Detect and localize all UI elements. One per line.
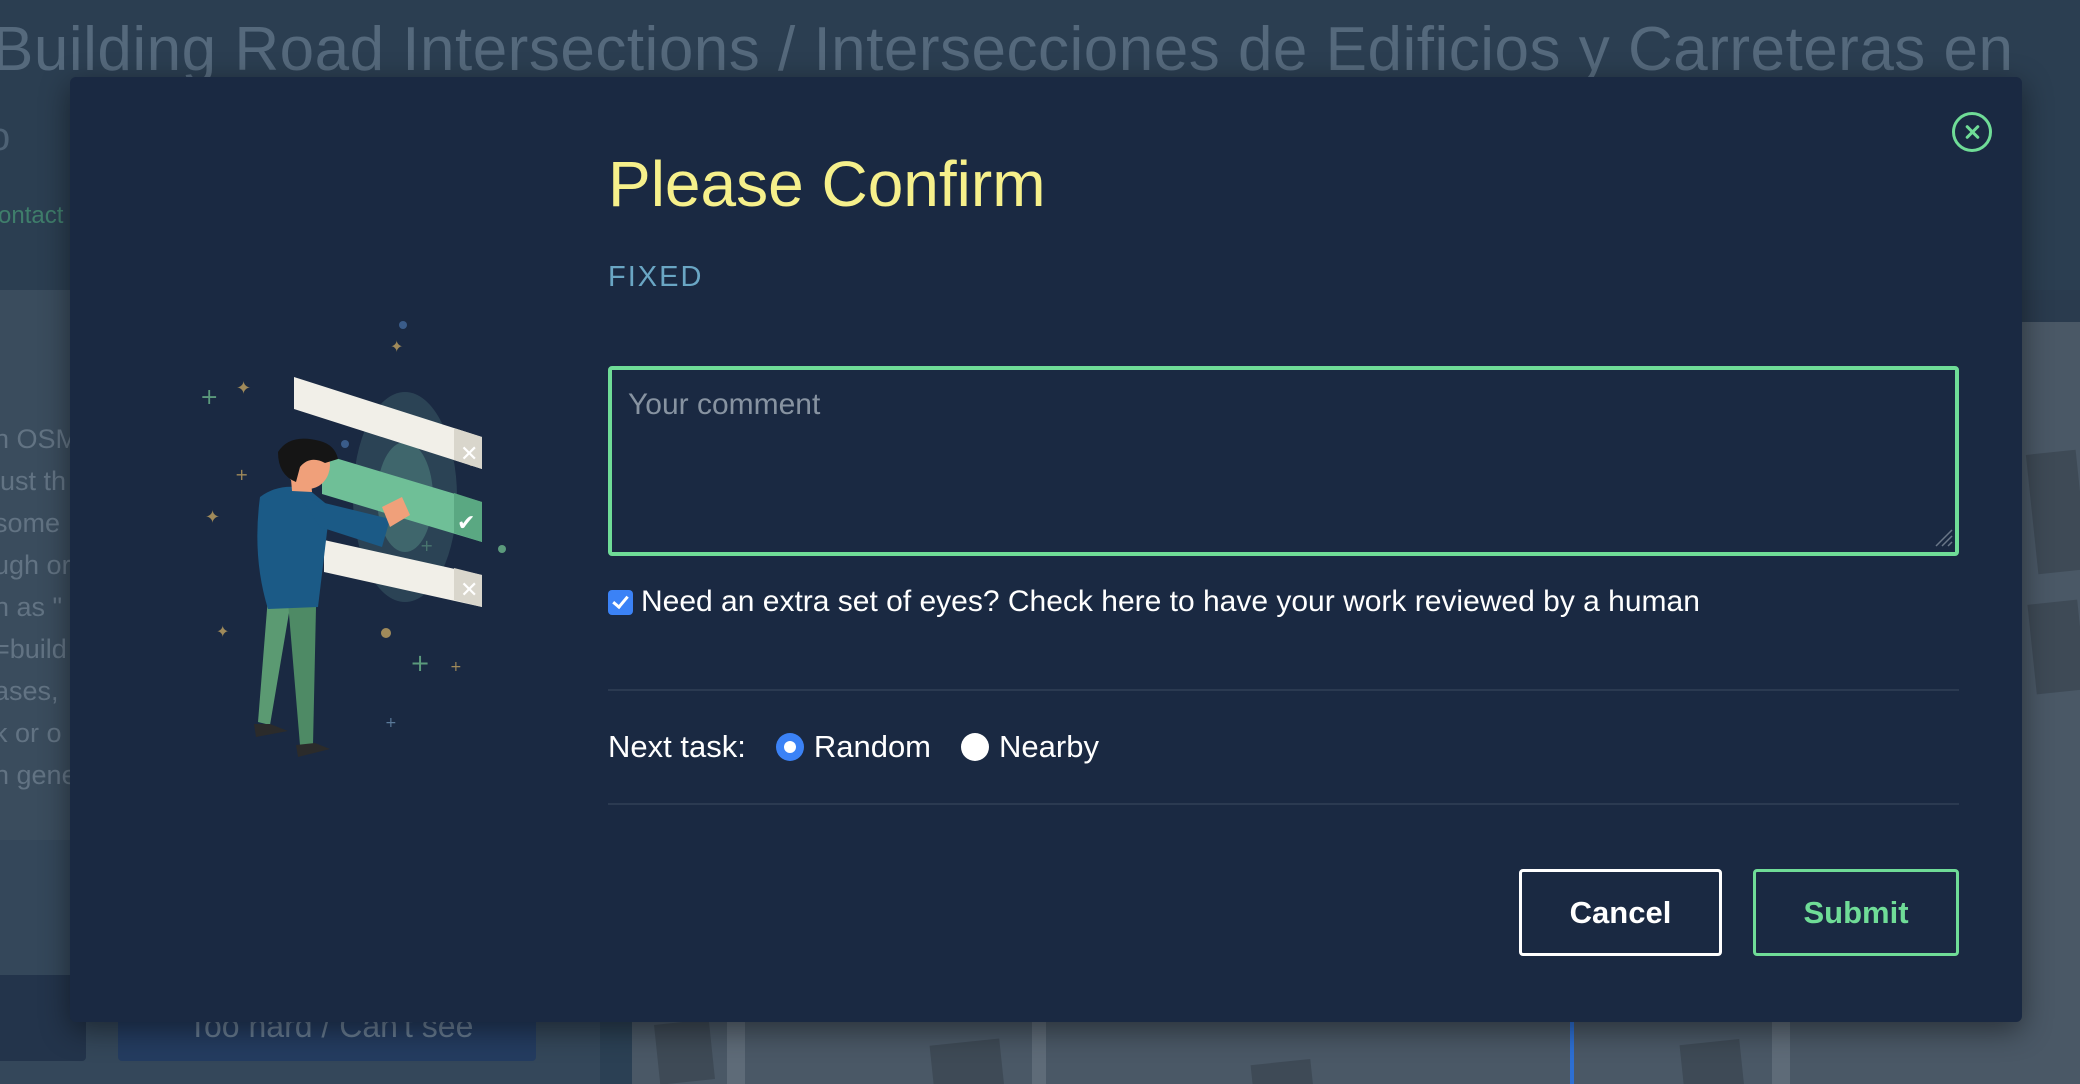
- description-line: n gene: [0, 760, 77, 790]
- svg-text:+: +: [410, 649, 430, 677]
- challenge-subtitle: o: [0, 115, 10, 160]
- svg-text:+: +: [200, 385, 218, 410]
- description-line: h as ": [0, 592, 63, 622]
- review-request-row: Need an extra set of eyes? Check here to…: [608, 582, 1700, 622]
- section-divider: [608, 689, 1959, 691]
- review-request-label[interactable]: Need an extra set of eyes? Check here to…: [641, 585, 1700, 619]
- modal-title: Please Confirm: [608, 148, 1046, 220]
- map-building: [929, 1038, 1005, 1084]
- svg-text:+: +: [235, 465, 248, 484]
- svg-text:✕: ✕: [460, 578, 478, 603]
- svg-text:✕: ✕: [460, 442, 478, 467]
- map-building: [1250, 1058, 1314, 1084]
- svg-text:+: +: [385, 715, 397, 731]
- description-line: some: [0, 508, 61, 538]
- section-divider: [608, 803, 1959, 805]
- radio-random-label[interactable]: Random: [814, 729, 931, 765]
- svg-text:✦: ✦: [205, 507, 220, 528]
- map-building: [2025, 449, 2080, 575]
- svg-text:✦: ✦: [236, 378, 251, 399]
- description-line: ugh or: [0, 550, 71, 580]
- description-line: k or o: [0, 718, 62, 748]
- resize-handle-icon[interactable]: [1932, 526, 1954, 548]
- confirm-modal: + ✦ ✦ + ✦ ✦ + + + + ✕ ✔ ✕: [70, 77, 2022, 1022]
- next-task-selector: Next task: Random Nearby: [608, 725, 1129, 769]
- submit-button[interactable]: Submit: [1753, 869, 1959, 956]
- challenge-description: n OSM just th some ugh or h as " =build …: [0, 418, 78, 796]
- close-circle-icon[interactable]: [1952, 112, 1992, 152]
- map-building: [2027, 599, 2080, 695]
- radio-nearby-label[interactable]: Nearby: [999, 729, 1099, 765]
- cancel-button[interactable]: Cancel: [1519, 869, 1722, 956]
- contact-link[interactable]: ontact: [0, 202, 63, 230]
- description-line: =build: [0, 634, 67, 664]
- svg-text:✦: ✦: [390, 337, 403, 356]
- svg-text:✦: ✦: [216, 622, 229, 641]
- challenge-title: Building Road Intersections / Intersecci…: [0, 15, 2014, 84]
- next-task-label: Next task:: [608, 729, 746, 764]
- comment-input[interactable]: [608, 366, 1959, 556]
- description-line: n OSM: [0, 424, 79, 454]
- reviewer-illustration: + ✦ ✦ + ✦ ✦ + + + + ✕ ✔ ✕: [200, 321, 506, 757]
- radio-nearby[interactable]: [961, 733, 990, 761]
- radio-random[interactable]: [775, 733, 804, 761]
- svg-text:+: +: [450, 659, 462, 675]
- description-line: just th: [0, 466, 67, 496]
- task-status-label: FIXED: [608, 261, 704, 293]
- description-line: ases,: [0, 676, 59, 706]
- map-building: [1679, 1039, 1745, 1084]
- svg-text:✔: ✔: [457, 511, 475, 536]
- map-building: [654, 1019, 715, 1084]
- map-task-feature: [1570, 1012, 1574, 1084]
- review-request-checkbox[interactable]: [608, 589, 633, 615]
